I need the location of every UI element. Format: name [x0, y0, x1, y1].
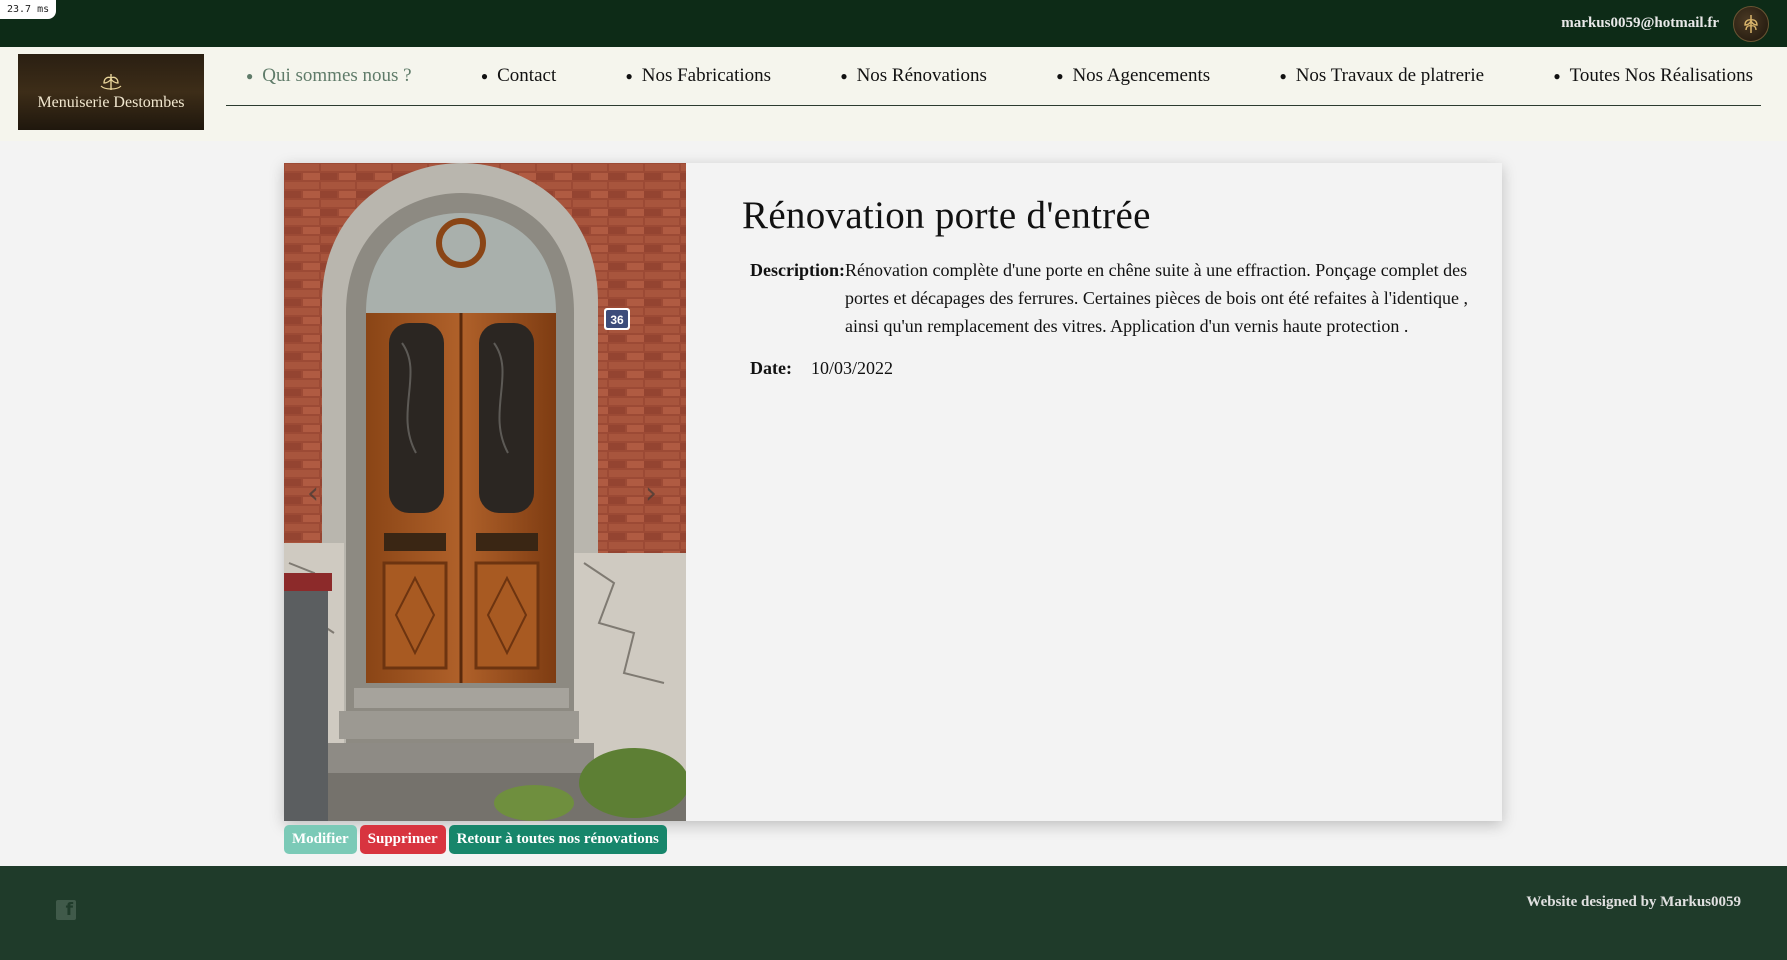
main-nav: ● Qui sommes nous ? ● Contact ● Nos Fabr…	[226, 47, 1761, 106]
photo-carousel[interactable]: 36 ‹ ›	[284, 163, 686, 821]
delete-button[interactable]: Supprimer	[359, 825, 446, 854]
top-bar: markus0059@hotmail.fr	[0, 0, 1787, 47]
bullet: ●	[840, 68, 848, 83]
page-title: Rénovation porte d'entrée	[742, 194, 1151, 237]
nav-item-contact[interactable]: ● Contact	[481, 65, 556, 87]
nav-item-renovations[interactable]: ● Nos Rénovations	[840, 65, 987, 87]
bullet: ●	[625, 68, 633, 83]
bullet: ●	[480, 68, 489, 83]
edit-button[interactable]: Modifier	[284, 825, 357, 854]
bullet: ●	[1553, 68, 1561, 83]
chevron-left-icon[interactable]: ‹	[298, 473, 328, 513]
chevron-right-icon[interactable]: ›	[636, 473, 666, 513]
renovation-card: 36 ‹ › Rénovation porte d'entrée Descrip…	[284, 163, 1502, 821]
nav-item-realisations[interactable]: ● Toutes Nos Réalisations	[1553, 65, 1753, 87]
site-header: Menuiserie Destombes ● Qui sommes nous ?…	[0, 47, 1787, 141]
footer-credit: Website designed by Markus0059	[1526, 894, 1741, 910]
date-row: Date: 10/03/2022	[750, 358, 1472, 382]
nav-item-label: Nos Fabrications	[641, 65, 772, 86]
nav-item-qui-sommes-nous[interactable]: ● Qui sommes nous ?	[246, 65, 412, 87]
nav-item-label: Qui sommes nous ?	[262, 65, 412, 86]
site-logo[interactable]: Menuiserie Destombes	[18, 54, 204, 130]
nav-item-label: Nos Rénovations	[856, 65, 987, 86]
bullet: ●	[246, 68, 254, 83]
bullet: ●	[1056, 68, 1064, 83]
description-text: Rénovation complète d'une porte en chêne…	[844, 260, 1468, 336]
house-number: 36	[610, 313, 624, 327]
nav-item-fabrications[interactable]: ● Nos Fabrications	[626, 65, 772, 87]
bullet: ●	[1279, 68, 1287, 83]
nav-item-platrerie[interactable]: ● Nos Travaux de platrerie	[1279, 65, 1484, 87]
date-label: Date:	[750, 358, 792, 378]
nav-item-label: Nos Agencements	[1072, 65, 1211, 86]
nav-item-label: Contact	[497, 65, 557, 86]
site-footer: f Website designed by Markus0059	[0, 866, 1787, 960]
wheat-logo-icon	[100, 74, 122, 90]
nav-item-label: Toutes Nos Réalisations	[1569, 65, 1753, 86]
door-photo: 36	[284, 163, 686, 821]
nav-item-label: Nos Travaux de platrerie	[1295, 65, 1485, 86]
date-value: 10/03/2022	[811, 358, 894, 378]
render-time-badge: 23.7 ms	[0, 0, 57, 19]
back-to-renovations-button[interactable]: Retour à toutes nos rénovations	[448, 825, 667, 854]
wheat-emblem-icon[interactable]	[1733, 5, 1769, 42]
facebook-icon[interactable]: f	[56, 900, 76, 920]
nav-item-agencements[interactable]: ● Nos Agencements	[1056, 65, 1210, 87]
renovation-details: Rénovation porte d'entrée Description: R…	[742, 193, 1472, 382]
logo-text: Menuiserie Destombes	[37, 94, 185, 111]
action-buttons: Modifier Supprimer Retour à toutes nos r…	[284, 825, 667, 854]
description-label: Description:	[750, 260, 845, 280]
description-row: Description: Rénovation complète d'une p…	[750, 260, 1472, 340]
user-email[interactable]: markus0059@hotmail.fr	[1561, 15, 1719, 32]
